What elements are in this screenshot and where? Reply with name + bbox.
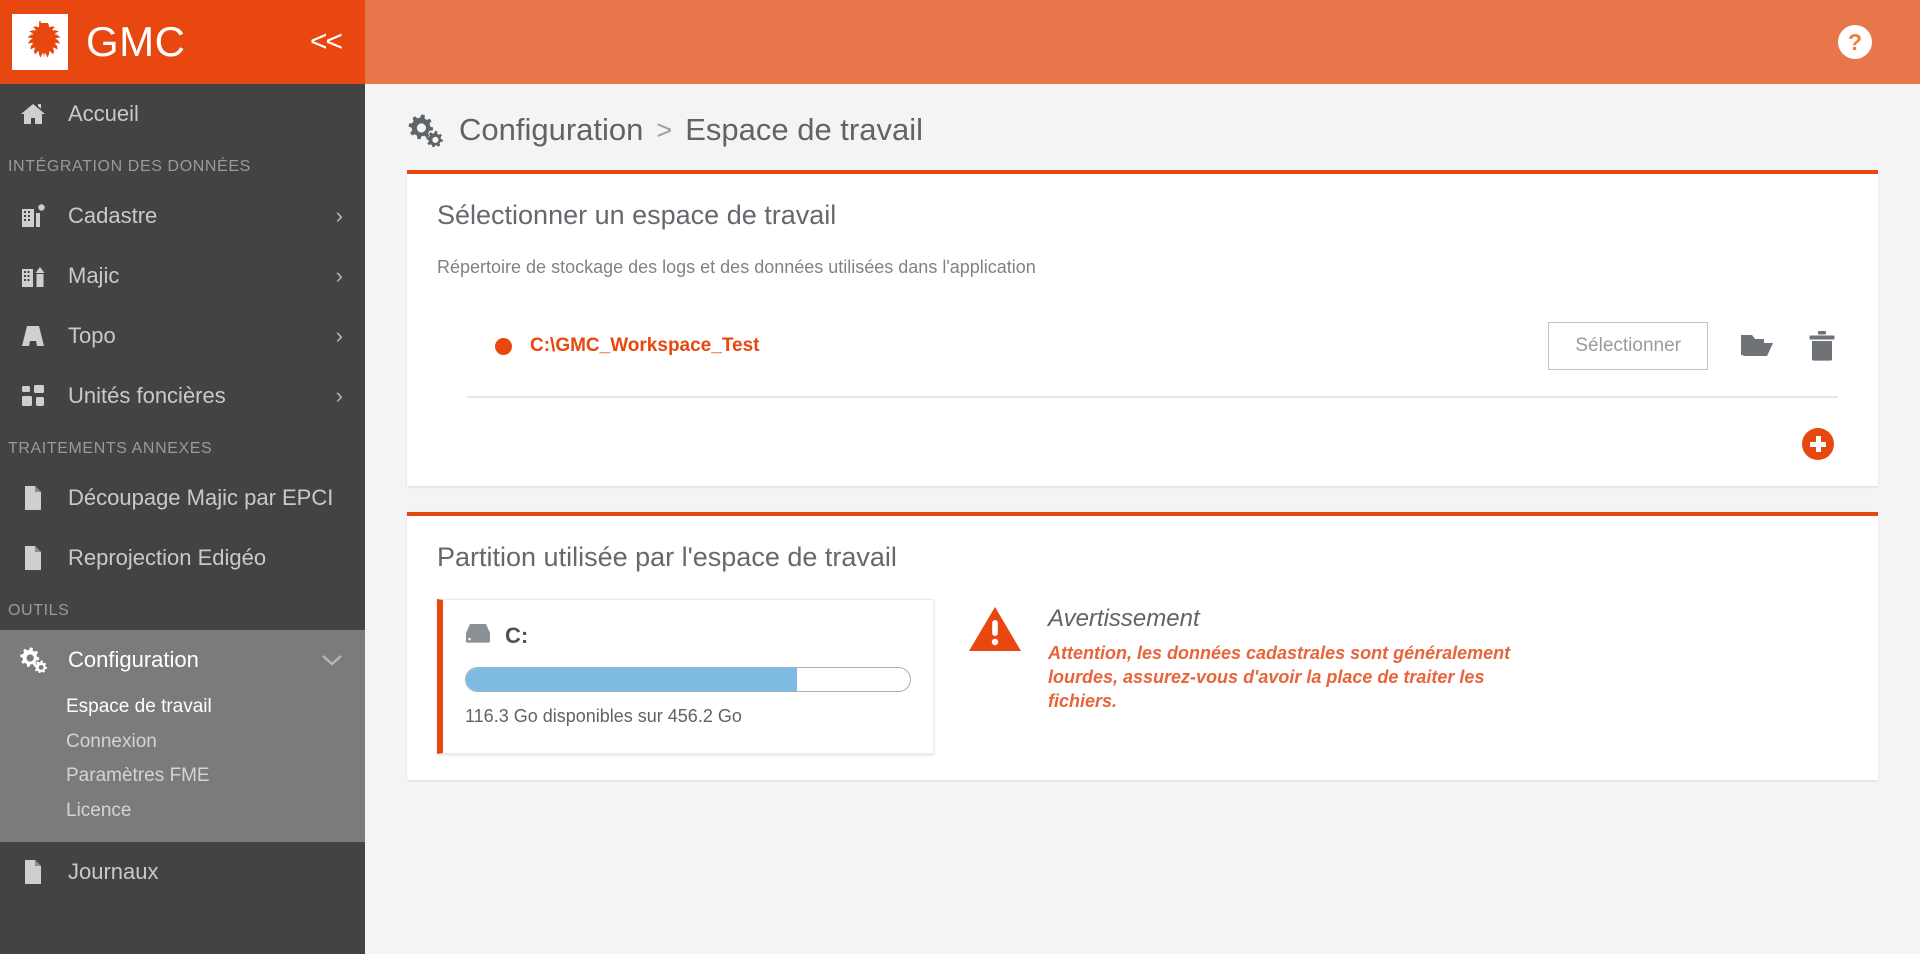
building-roof-icon bbox=[14, 263, 52, 289]
sidebar-item-label: Accueil bbox=[68, 101, 139, 126]
breadcrumb-parent[interactable]: Configuration bbox=[459, 112, 643, 148]
chevron-right-icon[interactable]: › bbox=[336, 205, 343, 227]
sidebar: GMC << Accueil INTÉGRATION DES DONNÉES C… bbox=[0, 0, 365, 954]
sidebar-section-title: OUTILS bbox=[8, 602, 70, 619]
application-window: GMC << Accueil INTÉGRATION DES DONNÉES C… bbox=[0, 0, 1920, 954]
select-button[interactable]: Sélectionner bbox=[1548, 322, 1708, 370]
workspace-card-title: Sélectionner un espace de travail bbox=[437, 200, 837, 230]
partition-body: C: 116.3 Go disponibles sur 456.2 Go Ave… bbox=[437, 599, 1848, 754]
sidebar-item-reprojection-edigeo[interactable]: Reprojection Edigéo bbox=[0, 528, 365, 588]
workspace-card-subtitle: Répertoire de stockage des logs et des d… bbox=[437, 257, 1036, 277]
status-dot-icon bbox=[495, 337, 512, 355]
sidebar-item-unites-foncieres[interactable]: Unités foncières › bbox=[0, 366, 365, 426]
sidebar-item-accueil[interactable]: Accueil bbox=[0, 84, 365, 144]
sidebar-item-cadastre[interactable]: Cadastre › bbox=[0, 186, 365, 246]
sidebar-item-label: Cadastre bbox=[68, 203, 158, 228]
brand-header: GMC << bbox=[0, 0, 365, 84]
warning-message: Attention, les données cadastrales sont … bbox=[1048, 643, 1511, 711]
sidebar-item-label: Journaux bbox=[68, 859, 159, 884]
double-chevron-left-icon[interactable]: << bbox=[310, 27, 347, 57]
sidebar-item-label: Reprojection Edigéo bbox=[68, 545, 267, 570]
sidebar-item-label: Topo bbox=[68, 323, 116, 348]
plus-circle-icon[interactable] bbox=[1802, 428, 1834, 460]
brand-title: GMC bbox=[86, 18, 186, 65]
road-icon bbox=[14, 324, 52, 348]
question-mark-help-icon[interactable]: ? bbox=[1838, 25, 1872, 59]
gears-icon bbox=[14, 647, 52, 673]
partition-card-title: Partition utilisée par l'espace de trava… bbox=[437, 542, 897, 572]
hard-drive-icon bbox=[465, 622, 491, 649]
breadcrumb-separator: > bbox=[656, 114, 673, 145]
sidebar-subitem-parametres-fme[interactable]: Paramètres FME bbox=[0, 759, 365, 794]
sidebar-item-label: Majic bbox=[68, 263, 120, 288]
chevron-right-icon[interactable]: › bbox=[336, 385, 343, 407]
workspace-entry-row: C:\GMC_Workspace_Test Sélectionner bbox=[467, 322, 1838, 398]
sidebar-item-majic[interactable]: Majic › bbox=[0, 246, 365, 306]
warning-triangle-icon bbox=[968, 605, 1022, 658]
disk-usage-card: C: 116.3 Go disponibles sur 456.2 Go bbox=[437, 599, 934, 754]
sidebar-section-title: TRAITEMENTS ANNEXES bbox=[8, 440, 213, 457]
warning-box: Avertissement Attention, les données cad… bbox=[968, 599, 1518, 713]
disk-usage-progressbar bbox=[465, 667, 911, 692]
file-icon bbox=[14, 485, 52, 511]
sidebar-section-title: INTÉGRATION DES DONNÉES bbox=[8, 158, 251, 175]
sidebar-subitem-licence[interactable]: Licence bbox=[0, 794, 365, 829]
top-bar: ? bbox=[365, 0, 1920, 84]
main-content: ? Configuration > Espace de travail Séle… bbox=[365, 0, 1920, 954]
workspace-card: Sélectionner un espace de travail Répert… bbox=[407, 170, 1878, 486]
disk-usage-progress-fill bbox=[466, 668, 797, 691]
breadcrumb-current: Espace de travail bbox=[685, 112, 923, 147]
sidebar-group-configuration: Configuration Espace de travail Connexio… bbox=[0, 630, 365, 842]
grape-leaf-logo bbox=[12, 14, 68, 70]
breadcrumb: Configuration > Espace de travail bbox=[365, 84, 1920, 170]
sidebar-item-label: Configuration bbox=[68, 647, 199, 672]
disk-label: C: bbox=[505, 622, 529, 648]
grid-squares-icon bbox=[14, 383, 52, 409]
sidebar-item-label: Découpage Majic par EPCI bbox=[68, 485, 334, 510]
disk-usage-caption: 116.3 Go disponibles sur 456.2 Go bbox=[465, 706, 742, 726]
warning-title: Avertissement bbox=[1048, 605, 1200, 632]
sidebar-subitem-connexion[interactable]: Connexion bbox=[0, 725, 365, 760]
warning-text-block: Avertissement Attention, les données cad… bbox=[1048, 605, 1518, 713]
file-icon bbox=[14, 859, 52, 885]
partition-card: Partition utilisée par l'espace de trava… bbox=[407, 512, 1878, 780]
building-pin-icon bbox=[14, 203, 52, 229]
folder-open-icon[interactable] bbox=[1738, 330, 1776, 362]
trash-icon[interactable] bbox=[1806, 329, 1838, 363]
sidebar-submenu-configuration: Espace de travail Connexion Paramètres F… bbox=[0, 690, 365, 842]
sidebar-item-decoupage-majic-par-epci[interactable]: Découpage Majic par EPCI bbox=[0, 468, 365, 528]
sidebar-subitem-espace-de-travail[interactable]: Espace de travail bbox=[0, 690, 365, 725]
file-icon bbox=[14, 545, 52, 571]
workspace-path[interactable]: C:\GMC_Workspace_Test bbox=[530, 335, 759, 357]
home-icon bbox=[14, 102, 52, 126]
disk-header: C: bbox=[465, 622, 911, 649]
gears-icon bbox=[407, 113, 443, 147]
sidebar-item-configuration[interactable]: Configuration bbox=[0, 630, 365, 690]
sidebar-item-topo[interactable]: Topo › bbox=[0, 306, 365, 366]
chevron-down-icon[interactable] bbox=[321, 649, 343, 671]
chevron-right-icon[interactable]: › bbox=[336, 325, 343, 347]
workspace-add-row bbox=[437, 398, 1848, 460]
workspace-row-actions: Sélectionner bbox=[1548, 322, 1838, 370]
chevron-right-icon[interactable]: › bbox=[336, 265, 343, 287]
sidebar-item-label: Unités foncières bbox=[68, 383, 226, 408]
sidebar-item-journaux[interactable]: Journaux bbox=[0, 842, 365, 902]
